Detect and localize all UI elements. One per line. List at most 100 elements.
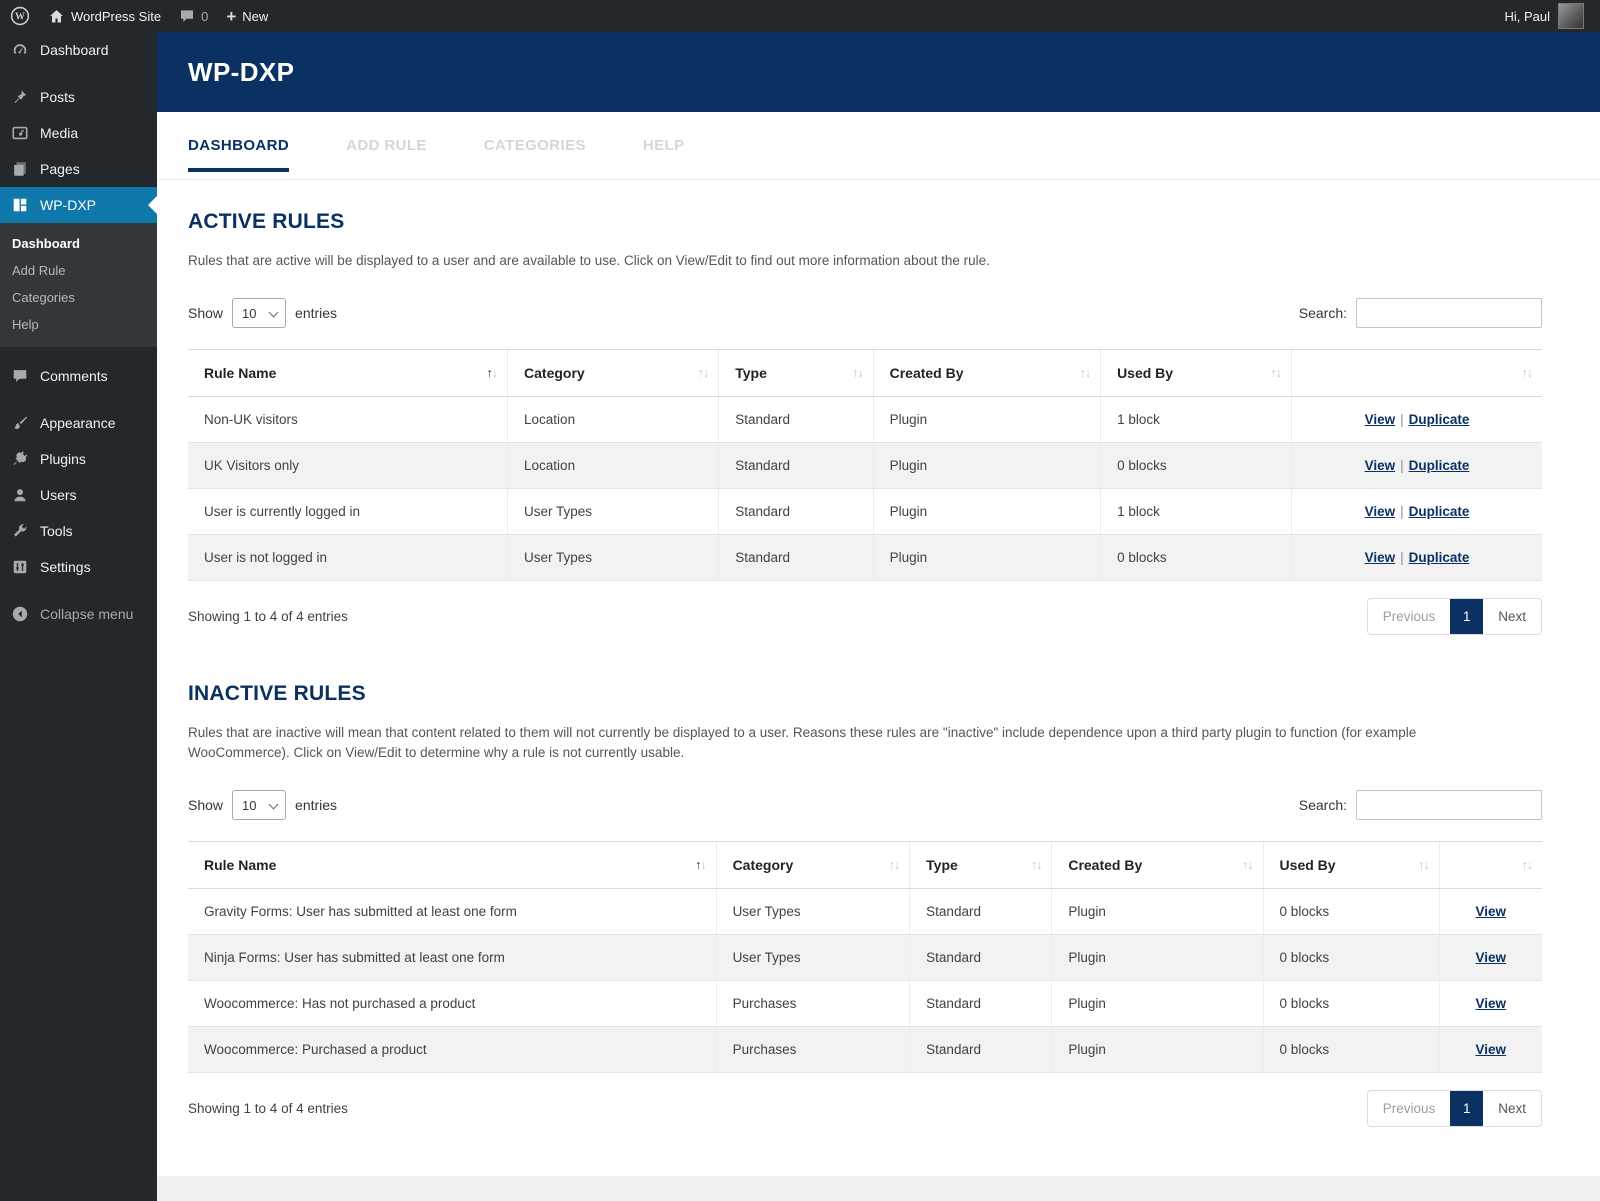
column-header-type[interactable]: Type ↑↓: [718, 349, 874, 397]
actions-cell: View: [1438, 934, 1542, 981]
column-header-rule-name[interactable]: Rule Name ↑↓: [188, 349, 508, 397]
sidebar-separator: [0, 68, 157, 79]
view-link[interactable]: View: [1476, 904, 1507, 919]
view-link[interactable]: View: [1365, 412, 1396, 427]
previous-page-button[interactable]: Previous: [1368, 1091, 1451, 1126]
sidebar-item-media[interactable]: Media: [0, 115, 157, 151]
column-header-created-by[interactable]: Created By ↑↓: [872, 349, 1101, 397]
active-rules-table: Rule Name ↑↓ Category ↑↓ Type ↑↓ Created By…: [188, 349, 1542, 581]
column-header-used-by[interactable]: Used By ↑↓: [1100, 349, 1292, 397]
submenu-item-add-rule[interactable]: Add Rule: [0, 257, 157, 284]
sort-icons: ↑↓: [487, 366, 499, 380]
view-link[interactable]: View: [1365, 458, 1396, 473]
sidebar-item-users[interactable]: Users: [0, 477, 157, 513]
column-header-used-by[interactable]: Used By ↑↓: [1262, 841, 1440, 889]
used-by-cell: 0 blocks: [1262, 1026, 1440, 1073]
duplicate-link[interactable]: Duplicate: [1409, 412, 1470, 427]
sidebar-item-plugins[interactable]: Plugins: [0, 441, 157, 477]
column-header-actions[interactable]: ↑↓: [1290, 349, 1542, 397]
current-page-button[interactable]: 1: [1450, 599, 1484, 634]
used-by-cell: 0 blocks: [1100, 534, 1292, 581]
tab-help[interactable]: HELP: [643, 112, 685, 179]
column-header-actions[interactable]: ↑↓: [1438, 841, 1542, 889]
sidebar-item-comments[interactable]: Comments: [0, 358, 157, 394]
comments-shortcut[interactable]: 0: [179, 8, 208, 24]
view-link[interactable]: View: [1476, 1042, 1507, 1057]
pagination: Previous 1 Next: [1366, 598, 1542, 635]
entries-label: entries: [295, 797, 338, 813]
sort-descending-icon: ↓: [703, 366, 709, 380]
current-page-button[interactable]: 1: [1450, 1091, 1484, 1126]
rule-name-cell: Woocommerce: Purchased a product: [188, 1026, 717, 1073]
column-header-rule-name[interactable]: Rule Name ↑↓: [188, 841, 717, 889]
column-header-created-by[interactable]: Created By ↑↓: [1051, 841, 1264, 889]
actions-cell: View | Duplicate: [1290, 396, 1542, 443]
actions-cell: View | Duplicate: [1290, 488, 1542, 535]
duplicate-link[interactable]: Duplicate: [1409, 458, 1470, 473]
sidebar-label: Appearance: [40, 415, 116, 431]
tab-categories[interactable]: CATEGORIES: [484, 112, 586, 179]
sidebar-item-posts[interactable]: Posts: [0, 79, 157, 115]
sidebar-item-wp-dxp[interactable]: WP-DXP: [0, 187, 157, 223]
wordpress-logo-menu[interactable]: W: [10, 6, 30, 26]
table-row: Woocommerce: Purchased a product Purchas…: [188, 1026, 1542, 1073]
view-link[interactable]: View: [1476, 950, 1507, 965]
action-separator: |: [1400, 550, 1404, 565]
tab-dashboard[interactable]: DASHBOARD: [188, 112, 290, 179]
category-cell: User Types: [715, 934, 910, 981]
page-size-select-wrap: 10: [232, 298, 287, 328]
table-header-row: Rule Name ↑↓ Category ↑↓ Type ↑↓ Created By…: [188, 841, 1542, 889]
duplicate-link[interactable]: Duplicate: [1409, 504, 1470, 519]
new-content-menu[interactable]: + New: [226, 8, 268, 25]
rule-name-cell: Ninja Forms: User has submitted at least…: [188, 934, 717, 981]
view-link[interactable]: View: [1365, 504, 1396, 519]
view-link[interactable]: View: [1476, 996, 1507, 1011]
submenu-item-dashboard[interactable]: Dashboard: [0, 230, 157, 257]
table-row: Gravity Forms: User has submitted at lea…: [188, 888, 1542, 935]
category-cell: Location: [507, 442, 719, 489]
submenu-item-help[interactable]: Help: [0, 311, 157, 338]
account-menu[interactable]: Hi, Paul: [1504, 3, 1584, 29]
sort-descending-icon: ↓: [491, 366, 498, 380]
type-cell: Standard: [909, 1026, 1052, 1073]
table-row: User is not logged in User Types Standar…: [188, 534, 1542, 581]
active-table-footer: Showing 1 to 4 of 4 entries Previous 1 N…: [188, 598, 1542, 635]
sidebar-label: Posts: [40, 89, 76, 105]
site-link[interactable]: WordPress Site: [48, 8, 161, 25]
comments-icon: [10, 366, 30, 386]
sidebar-item-settings[interactable]: Settings: [0, 549, 157, 585]
sidebar-item-appearance[interactable]: Appearance: [0, 405, 157, 441]
next-page-button[interactable]: Next: [1483, 599, 1541, 634]
created-by-cell: Plugin: [1051, 1026, 1264, 1073]
view-link[interactable]: View: [1365, 550, 1396, 565]
duplicate-link[interactable]: Duplicate: [1409, 550, 1470, 565]
column-header-category[interactable]: Category ↑↓: [507, 349, 719, 397]
inactive-table-controls: Show 10 entries Search:: [188, 790, 1542, 820]
column-header-category[interactable]: Category ↑↓: [715, 841, 910, 889]
tab-add-rule[interactable]: ADD RULE: [346, 112, 427, 179]
collapse-menu-button[interactable]: Collapse menu: [0, 596, 157, 632]
page-size-select[interactable]: 10: [232, 790, 287, 820]
sidebar-item-dashboard[interactable]: Dashboard: [0, 32, 157, 68]
action-separator: |: [1400, 504, 1404, 519]
actions-cell: View | Duplicate: [1290, 534, 1542, 581]
sidebar-item-pages[interactable]: Pages: [0, 151, 157, 187]
page-size-select[interactable]: 10: [232, 298, 287, 328]
next-page-button[interactable]: Next: [1483, 1091, 1541, 1126]
column-header-type[interactable]: Type ↑↓: [909, 841, 1052, 889]
pushpin-icon: [10, 87, 30, 107]
submenu-item-categories[interactable]: Categories: [0, 284, 157, 311]
sort-icons: ↑↓: [889, 858, 901, 872]
search-input[interactable]: [1356, 790, 1542, 820]
greeting-text: Hi, Paul: [1504, 8, 1550, 24]
inactive-rules-description: Rules that are inactive will mean that c…: [188, 725, 1417, 760]
comment-bubble-icon: [179, 8, 195, 24]
show-label: Show: [188, 797, 224, 813]
entries-summary: Showing 1 to 4 of 4 entries: [188, 609, 348, 624]
used-by-cell: 0 blocks: [1262, 934, 1440, 981]
active-rules-description: Rules that are active will be displayed …: [188, 253, 990, 268]
sidebar-item-tools[interactable]: Tools: [0, 513, 157, 549]
previous-page-button[interactable]: Previous: [1368, 599, 1451, 634]
search-input[interactable]: [1356, 298, 1542, 328]
sort-descending-icon: ↓: [1084, 366, 1091, 380]
